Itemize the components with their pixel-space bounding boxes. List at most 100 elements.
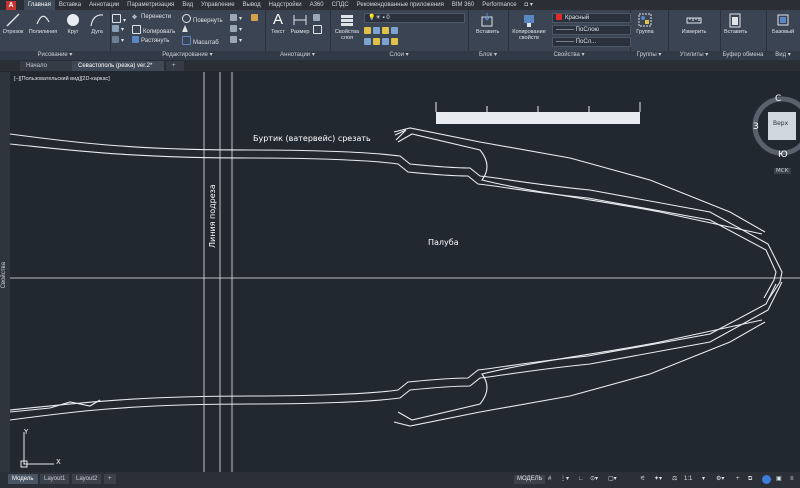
text-button[interactable]: A Текст [267,12,289,36]
tab-layout2[interactable]: Layout2 [72,474,102,484]
tab-featured-apps[interactable]: Рекомендованные приложения [353,0,448,10]
new-tab-button[interactable]: + [166,61,184,71]
base-view-button[interactable]: Базовый [772,12,794,35]
properties-palette[interactable]: Свойства [0,72,10,472]
tab-spds[interactable]: СПДС [328,0,353,10]
layer-current-icon [391,38,398,45]
layer-combo[interactable]: 💡☀ ▪ 0 [364,13,465,23]
rotate-button[interactable]: Повернуть [182,14,223,24]
viewcube-south[interactable]: Ю [778,150,788,160]
annotation-visibility-icon[interactable]: ⚟ [640,475,645,484]
tab-home[interactable]: Главная [24,0,55,10]
tab-annotate[interactable]: Аннотации [85,0,123,10]
line-button[interactable]: Отрезок [2,12,24,35]
color-combo[interactable]: Красный [552,13,631,23]
hatch-button[interactable]: ▾ [112,25,124,33]
properties-panel-title[interactable]: Свойства ▾ [508,51,630,60]
linetype-combo[interactable]: ——— ПоСлою [552,25,631,35]
dimension-button[interactable]: Размер [289,12,311,35]
view-panel-title[interactable]: Вид ▾ [766,51,800,60]
draw-panel-title[interactable]: Рисование ▾ [0,51,110,60]
modify-panel-title[interactable]: Редактирование ▾ [110,51,265,60]
copy-button[interactable]: Копировать [132,25,175,35]
model-space-button[interactable]: МОДЕЛЬ [514,475,546,484]
layer-tools-row1[interactable] [364,27,400,35]
tab-drawing[interactable]: Севастополь (резка) ver.2* ✕ [72,61,164,79]
annotation-panel-title[interactable]: Аннотации ▾ [265,51,330,60]
layers-panel-title[interactable]: Слои ▾ [330,51,468,60]
measure-button[interactable]: Измерить [678,12,710,35]
tab-addins[interactable]: Надстройки [265,0,306,10]
viewcube-top-face[interactable]: Верх [773,120,788,127]
ribbon-options-icon[interactable]: ◘ ▾ [521,0,537,10]
scale-dropdown-icon[interactable]: ▾ [702,475,705,484]
tab-parametric[interactable]: Параметризация [123,0,178,10]
array-button[interactable]: ▾ [230,36,242,44]
groups-panel-title[interactable]: Группы ▾ [630,51,668,60]
tab-view[interactable]: Вид [178,0,197,10]
wcs-menu[interactable]: МСК [774,168,791,174]
region-icon [112,36,119,43]
layer-tools-row2[interactable] [364,38,400,46]
drawing-canvas[interactable]: Буртик (ватервейс) срезать Линия подреза… [10,72,800,472]
plus-icon[interactable]: + [736,475,740,484]
polyline-button[interactable]: Полилиния [28,12,58,35]
ortho-icon[interactable]: ∟ [578,475,584,484]
isolate-icon[interactable]: ⧉ [748,475,752,484]
hardware-accel-icon[interactable] [762,475,771,484]
trim-button[interactable]: ▾ [230,14,242,22]
group-button[interactable]: Группа [632,12,658,35]
line-icon [6,13,20,27]
viewport-controls[interactable]: [–][Пользовательский вид][2D-каркас] [14,76,110,82]
view-panel: Базовый Вид ▾ [766,10,800,60]
leader-button[interactable] [313,14,322,22]
region-button[interactable]: ▾ [112,36,124,44]
match-properties-button[interactable]: Копирование свойств [510,12,548,41]
snap-icon[interactable]: ⋮▾ [560,475,569,484]
layer-properties-button[interactable]: Свойства слоя [332,12,362,41]
viewcube-west[interactable]: З [753,122,759,132]
application-menu-button[interactable]: A [6,0,16,10]
tab-layout1[interactable]: Layout1 [40,474,70,484]
clipboard-panel-title[interactable]: Буфер обмена [720,51,766,60]
erase-button[interactable] [251,14,260,22]
tab-output[interactable]: Вывод [239,0,265,10]
insert-block-button[interactable]: Вставить [476,12,499,35]
tab-a360[interactable]: A360 [306,0,328,10]
utilities-panel-title[interactable]: Утилиты ▾ [668,51,720,60]
polyline-icon [36,15,50,25]
tab-manage[interactable]: Управление [197,0,238,10]
workspace-icon[interactable]: ✦▾ [654,475,662,484]
customize-icon[interactable]: ≡ [790,475,794,484]
table-button[interactable] [313,25,324,35]
circle-button[interactable]: Круг [62,12,84,35]
lineweight-combo[interactable]: ——— ПоСл... [552,37,631,47]
fillet-button[interactable]: ▾ [230,25,242,33]
tab-bim360[interactable]: BIM 360 [448,0,478,10]
waterline-upper-outer [393,127,766,233]
properties-palette-label: Свойства [1,262,7,289]
osnap-icon[interactable]: ▢▾ [608,475,617,484]
arc-button[interactable]: Дуга [86,12,108,35]
annotation-scale-icon[interactable]: ⚖ [672,475,677,484]
settings-gear-icon[interactable]: ⚙▾ [716,475,724,484]
polar-icon[interactable]: ⊙▾ [590,475,598,484]
viewcube-north[interactable]: С [775,94,781,104]
drawing-svg[interactable] [10,72,800,472]
mirror-button[interactable] [182,25,190,33]
annotation-scale-value[interactable]: 1:1 [684,475,692,484]
paste-button[interactable]: Вставить [724,12,747,35]
tab-insert[interactable]: Вставка [55,0,85,10]
fullscreen-icon[interactable]: ▣ [776,475,782,484]
waterline-lower-outer [393,321,766,427]
layer-match-icon [364,38,371,45]
grid-icon[interactable]: # [548,475,551,484]
tab-performance[interactable]: Performance [478,0,520,10]
stretch-button[interactable]: Растянуть [132,36,169,44]
rectangle-button[interactable]: ▾ [112,14,126,24]
tab-model[interactable]: Модель [8,474,38,484]
block-panel-title[interactable]: Блок ▾ [468,51,508,60]
scale-button[interactable]: Масштаб [182,36,219,46]
add-layout-button[interactable]: + [104,474,116,484]
move-button[interactable]: ✥ Перенести [132,14,171,21]
